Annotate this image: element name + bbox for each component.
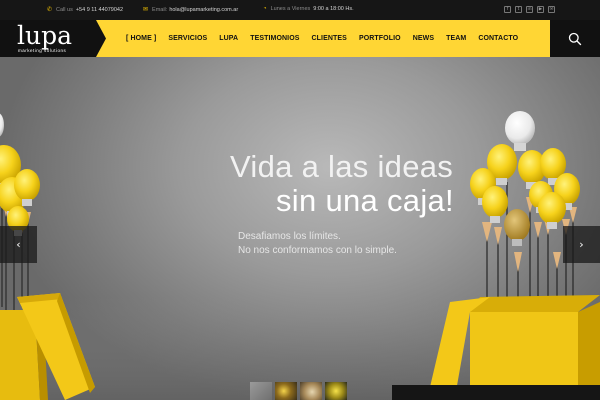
chevron-right-icon: › xyxy=(579,238,584,251)
hero-slider: Vida a las ideas sin una caja! Desafiamo… xyxy=(0,57,600,400)
hero-illustration xyxy=(0,111,600,400)
social-links: f t in ▶ ✉ xyxy=(504,6,555,13)
slide-thumbnail[interactable] xyxy=(275,382,297,400)
slide-thumbnails xyxy=(250,382,347,400)
contact-email[interactable]: ✉ Email: hola@lupamarketing.com.ar xyxy=(143,6,239,14)
search-icon xyxy=(568,32,582,45)
phone-number: +54 9 11 44079042 xyxy=(75,6,123,13)
phone-icon: ✆ xyxy=(47,7,53,13)
phone-prefix: Call us xyxy=(56,6,73,13)
envelope-icon: ✉ xyxy=(143,7,149,13)
youtube-icon[interactable]: ▶ xyxy=(537,6,544,13)
hours-value: 9:00 a 18:00 Hs. xyxy=(313,6,354,12)
page: ✆ Call us +54 9 11 44079042 ✉ Email: hol… xyxy=(0,0,600,400)
slide-thumbnail[interactable] xyxy=(250,382,272,400)
logo-text: lupa xyxy=(17,21,73,50)
email-prefix: Email: xyxy=(152,6,168,13)
logo[interactable]: lupa marketing solutions xyxy=(0,20,115,57)
mail-icon[interactable]: ✉ xyxy=(548,6,555,13)
slide-thumbnail[interactable] xyxy=(300,382,322,400)
nav-item-testimonios[interactable]: TESTIMONIOS xyxy=(244,35,305,42)
nav-item-team[interactable]: TEAM xyxy=(440,35,472,42)
nav-item-servicios[interactable]: SERVICIOS xyxy=(162,35,213,42)
search-button[interactable] xyxy=(550,20,600,57)
hero-subline-1: Desafiamos los límites. xyxy=(238,231,341,242)
facebook-icon[interactable]: f xyxy=(504,6,511,13)
nav-item-contacto[interactable]: CONTACTO xyxy=(472,35,524,42)
hero-headline-1: Vida a las ideas xyxy=(230,149,454,184)
contact-phone[interactable]: ✆ Call us +54 9 11 44079042 xyxy=(47,6,123,14)
hero-headline-2: sin una caja! xyxy=(276,183,454,218)
nav-item-lupa[interactable]: LUPA xyxy=(213,35,244,42)
hours-prefix: Lunes a Viernes xyxy=(270,6,311,12)
email-address: hola@lupamarketing.com.ar xyxy=(169,6,239,13)
chevron-left-icon: ‹ xyxy=(16,238,21,251)
main-navbar: lupa marketing solutions [ HOME ] SERVIC… xyxy=(0,20,600,57)
hero-subline-2: No nos conformamos con lo simple. xyxy=(238,245,397,256)
clock-icon: ◔ xyxy=(263,6,267,12)
business-hours: ◔ Lunes a Viernes 9:00 a 18:00 Hs. xyxy=(263,6,354,12)
logo-tagline: marketing solutions xyxy=(18,48,67,53)
top-info-bar: ✆ Call us +54 9 11 44079042 ✉ Email: hol… xyxy=(0,0,600,20)
nav-menu: [ HOME ] SERVICIOS LUPA TESTIMONIOS CLIE… xyxy=(120,20,524,57)
slide-thumbnail[interactable] xyxy=(325,382,347,400)
nav-item-clientes[interactable]: CLIENTES xyxy=(306,35,353,42)
nav-item-portfolio[interactable]: PORTFOLIO xyxy=(353,35,407,42)
linkedin-icon[interactable]: in xyxy=(526,6,533,13)
slider-next-button[interactable]: › xyxy=(563,226,600,263)
slider-prev-button[interactable]: ‹ xyxy=(0,226,37,263)
twitter-icon[interactable]: t xyxy=(515,6,522,13)
bottom-panel xyxy=(392,385,600,400)
nav-item-news[interactable]: NEWS xyxy=(407,35,440,42)
nav-item-home[interactable]: [ HOME ] xyxy=(120,35,162,42)
